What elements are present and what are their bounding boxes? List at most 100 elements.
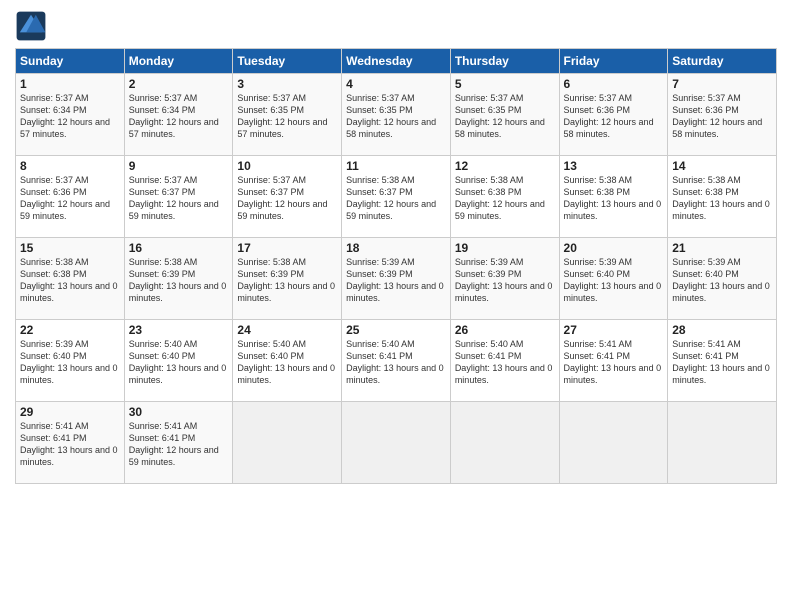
week-row-2: 15 Sunrise: 5:38 AMSunset: 6:38 PMDayligh… <box>16 238 777 320</box>
col-header-saturday: Saturday <box>668 49 777 74</box>
calendar-cell: 28Sunrise: 5:41 AMSunset: 6:41 PMDayligh… <box>668 320 777 402</box>
week-row-0: 1 Sunrise: 5:37 AMSunset: 6:34 PMDaylight… <box>16 74 777 156</box>
day-number: 25 <box>346 323 446 337</box>
calendar-cell: 5 Sunrise: 5:37 AMSunset: 6:35 PMDaylight… <box>450 74 559 156</box>
calendar-cell: 15 Sunrise: 5:38 AMSunset: 6:38 PMDayligh… <box>16 238 125 320</box>
col-header-wednesday: Wednesday <box>342 49 451 74</box>
day-number: 1 <box>20 77 120 91</box>
cell-info: Sunrise: 5:39 AMSunset: 6:39 PMDaylight:… <box>346 257 444 303</box>
calendar-cell: 9 Sunrise: 5:37 AMSunset: 6:37 PMDaylight… <box>124 156 233 238</box>
calendar-cell: 10 Sunrise: 5:37 AMSunset: 6:37 PMDayligh… <box>233 156 342 238</box>
calendar-cell: 13 Sunrise: 5:38 AMSunset: 6:38 PMDayligh… <box>559 156 668 238</box>
cell-info: Sunrise: 5:38 AMSunset: 6:38 PMDaylight:… <box>564 175 662 221</box>
day-number: 17 <box>237 241 337 255</box>
day-number: 20 <box>564 241 664 255</box>
day-number: 5 <box>455 77 555 91</box>
cell-info: Sunrise: 5:38 AMSunset: 6:39 PMDaylight:… <box>237 257 335 303</box>
calendar-cell: 2 Sunrise: 5:37 AMSunset: 6:34 PMDaylight… <box>124 74 233 156</box>
calendar-cell: 14 Sunrise: 5:38 AMSunset: 6:38 PMDayligh… <box>668 156 777 238</box>
cell-info: Sunrise: 5:37 AMSunset: 6:35 PMDaylight:… <box>455 93 545 139</box>
calendar-cell: 3 Sunrise: 5:37 AMSunset: 6:35 PMDaylight… <box>233 74 342 156</box>
week-row-3: 22 Sunrise: 5:39 AMSunset: 6:40 PMDayligh… <box>16 320 777 402</box>
day-number: 7 <box>672 77 772 91</box>
calendar-cell: 17 Sunrise: 5:38 AMSunset: 6:39 PMDayligh… <box>233 238 342 320</box>
cell-info: Sunrise: 5:37 AMSunset: 6:35 PMDaylight:… <box>237 93 327 139</box>
cell-info: Sunrise: 5:37 AMSunset: 6:34 PMDaylight:… <box>20 93 110 139</box>
day-number: 19 <box>455 241 555 255</box>
calendar-cell: 25 Sunrise: 5:40 AMSunset: 6:41 PMDayligh… <box>342 320 451 402</box>
cell-info: Sunrise: 5:41 AMSunset: 6:41 PMDaylight:… <box>564 339 662 385</box>
day-number: 14 <box>672 159 772 173</box>
day-number: 23 <box>129 323 229 337</box>
cell-info: Sunrise: 5:38 AMSunset: 6:38 PMDaylight:… <box>20 257 118 303</box>
cell-info: Sunrise: 5:38 AMSunset: 6:38 PMDaylight:… <box>455 175 545 221</box>
cell-info: Sunrise: 5:41 AMSunset: 6:41 PMDaylight:… <box>129 421 219 467</box>
col-header-thursday: Thursday <box>450 49 559 74</box>
day-number: 10 <box>237 159 337 173</box>
cell-info: Sunrise: 5:41 AMSunset: 6:41 PMDaylight:… <box>20 421 118 467</box>
col-header-friday: Friday <box>559 49 668 74</box>
cell-info: Sunrise: 5:39 AMSunset: 6:40 PMDaylight:… <box>564 257 662 303</box>
calendar-cell: 7 Sunrise: 5:37 AMSunset: 6:36 PMDaylight… <box>668 74 777 156</box>
cell-info: Sunrise: 5:39 AMSunset: 6:40 PMDaylight:… <box>20 339 118 385</box>
cell-info: Sunrise: 5:37 AMSunset: 6:36 PMDaylight:… <box>672 93 762 139</box>
cell-info: Sunrise: 5:37 AMSunset: 6:34 PMDaylight:… <box>129 93 219 139</box>
cell-info: Sunrise: 5:37 AMSunset: 6:37 PMDaylight:… <box>129 175 219 221</box>
calendar-cell: 24 Sunrise: 5:40 AMSunset: 6:40 PMDayligh… <box>233 320 342 402</box>
cell-info: Sunrise: 5:41 AMSunset: 6:41 PMDaylight:… <box>672 339 770 385</box>
day-number: 4 <box>346 77 446 91</box>
day-number: 12 <box>455 159 555 173</box>
calendar-cell <box>559 402 668 484</box>
day-number: 29 <box>20 405 120 419</box>
cell-info: Sunrise: 5:37 AMSunset: 6:37 PMDaylight:… <box>237 175 327 221</box>
calendar-cell: 6 Sunrise: 5:37 AMSunset: 6:36 PMDaylight… <box>559 74 668 156</box>
logo <box>15 10 51 42</box>
calendar-cell: 11 Sunrise: 5:38 AMSunset: 6:37 PMDayligh… <box>342 156 451 238</box>
cell-info: Sunrise: 5:38 AMSunset: 6:38 PMDaylight:… <box>672 175 770 221</box>
day-number: 18 <box>346 241 446 255</box>
day-number: 2 <box>129 77 229 91</box>
day-number: 13 <box>564 159 664 173</box>
day-number: 9 <box>129 159 229 173</box>
cell-info: Sunrise: 5:39 AMSunset: 6:40 PMDaylight:… <box>672 257 770 303</box>
calendar-cell: 22 Sunrise: 5:39 AMSunset: 6:40 PMDayligh… <box>16 320 125 402</box>
calendar-cell: 8 Sunrise: 5:37 AMSunset: 6:36 PMDaylight… <box>16 156 125 238</box>
logo-icon <box>15 10 47 42</box>
calendar-cell <box>450 402 559 484</box>
calendar-cell: 12 Sunrise: 5:38 AMSunset: 6:38 PMDayligh… <box>450 156 559 238</box>
cell-info: Sunrise: 5:37 AMSunset: 6:35 PMDaylight:… <box>346 93 436 139</box>
cell-info: Sunrise: 5:37 AMSunset: 6:36 PMDaylight:… <box>564 93 654 139</box>
cell-info: Sunrise: 5:38 AMSunset: 6:39 PMDaylight:… <box>129 257 227 303</box>
cell-info: Sunrise: 5:40 AMSunset: 6:41 PMDaylight:… <box>455 339 553 385</box>
col-header-monday: Monday <box>124 49 233 74</box>
calendar-cell: 23 Sunrise: 5:40 AMSunset: 6:40 PMDayligh… <box>124 320 233 402</box>
day-number: 3 <box>237 77 337 91</box>
page: SundayMondayTuesdayWednesdayThursdayFrid… <box>0 0 792 612</box>
day-number: 26 <box>455 323 555 337</box>
day-number: 16 <box>129 241 229 255</box>
calendar-cell: 1 Sunrise: 5:37 AMSunset: 6:34 PMDaylight… <box>16 74 125 156</box>
week-row-4: 29 Sunrise: 5:41 AMSunset: 6:41 PMDayligh… <box>16 402 777 484</box>
day-number: 21 <box>672 241 772 255</box>
calendar-cell <box>233 402 342 484</box>
calendar-cell: 27Sunrise: 5:41 AMSunset: 6:41 PMDayligh… <box>559 320 668 402</box>
calendar-body: 1 Sunrise: 5:37 AMSunset: 6:34 PMDaylight… <box>16 74 777 484</box>
cell-info: Sunrise: 5:40 AMSunset: 6:40 PMDaylight:… <box>129 339 227 385</box>
cell-info: Sunrise: 5:40 AMSunset: 6:41 PMDaylight:… <box>346 339 444 385</box>
calendar-cell: 18 Sunrise: 5:39 AMSunset: 6:39 PMDayligh… <box>342 238 451 320</box>
cell-info: Sunrise: 5:39 AMSunset: 6:39 PMDaylight:… <box>455 257 553 303</box>
day-number: 22 <box>20 323 120 337</box>
calendar-header-row: SundayMondayTuesdayWednesdayThursdayFrid… <box>16 49 777 74</box>
day-number: 11 <box>346 159 446 173</box>
week-row-1: 8 Sunrise: 5:37 AMSunset: 6:36 PMDaylight… <box>16 156 777 238</box>
day-number: 24 <box>237 323 337 337</box>
calendar-cell: 21 Sunrise: 5:39 AMSunset: 6:40 PMDayligh… <box>668 238 777 320</box>
calendar-cell <box>342 402 451 484</box>
day-number: 6 <box>564 77 664 91</box>
calendar-cell: 20 Sunrise: 5:39 AMSunset: 6:40 PMDayligh… <box>559 238 668 320</box>
cell-info: Sunrise: 5:38 AMSunset: 6:37 PMDaylight:… <box>346 175 436 221</box>
cell-info: Sunrise: 5:37 AMSunset: 6:36 PMDaylight:… <box>20 175 110 221</box>
day-number: 15 <box>20 241 120 255</box>
cell-info: Sunrise: 5:40 AMSunset: 6:40 PMDaylight:… <box>237 339 335 385</box>
day-number: 8 <box>20 159 120 173</box>
